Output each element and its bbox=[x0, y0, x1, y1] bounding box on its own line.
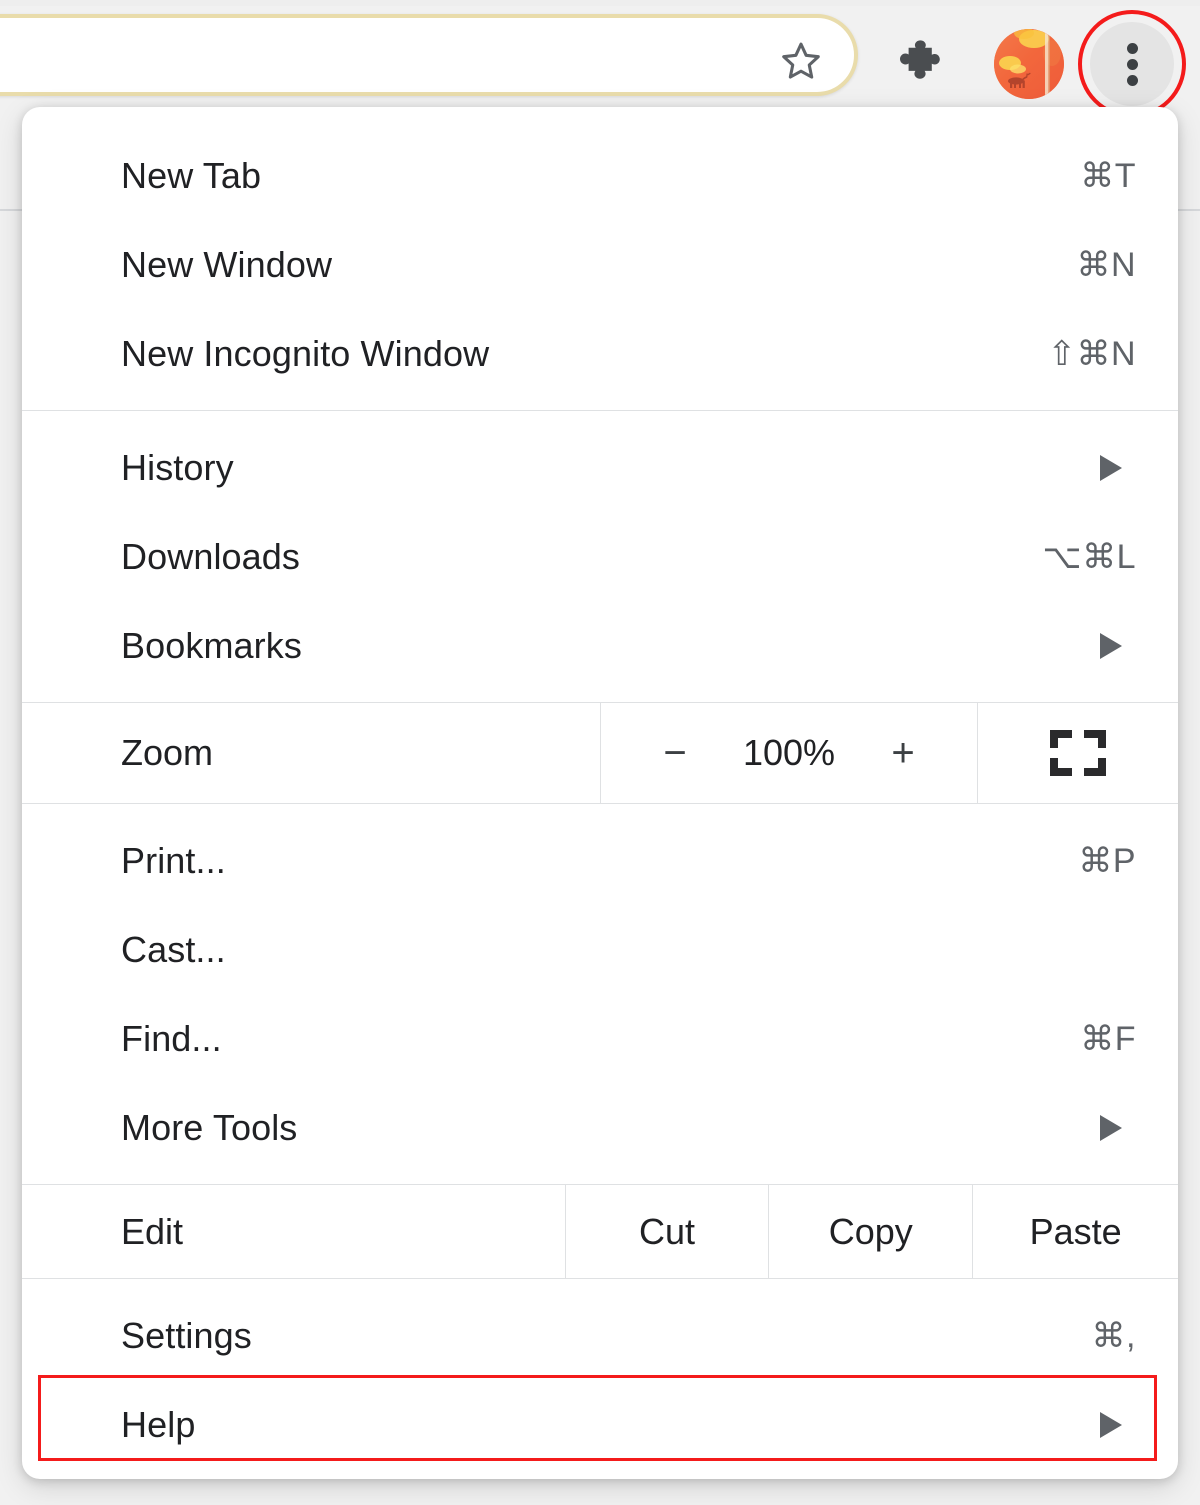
zoom-in-button[interactable]: + bbox=[864, 733, 942, 773]
menu-item-shortcut: ⌘, bbox=[1091, 1316, 1136, 1355]
menu-item-bookmarks[interactable]: Bookmarks bbox=[22, 601, 1178, 690]
menu-item-label: New Window bbox=[121, 243, 333, 285]
menu-item-downloads[interactable]: Downloads ⌥⌘L bbox=[22, 512, 1178, 601]
chrome-menu-button[interactable] bbox=[1090, 22, 1174, 106]
zoom-out-button[interactable]: − bbox=[636, 733, 714, 773]
edit-copy-button[interactable]: Copy bbox=[769, 1185, 972, 1278]
menu-group-tools: Print... ⌘P Cast... Find... ⌘F More Tool… bbox=[22, 804, 1178, 1184]
menu-item-shortcut: ⌘N bbox=[1076, 245, 1136, 284]
fullscreen-icon[interactable] bbox=[1050, 730, 1106, 776]
menu-item-print[interactable]: Print... ⌘P bbox=[22, 816, 1178, 905]
menu-item-settings[interactable]: Settings ⌘, bbox=[22, 1291, 1178, 1380]
zoom-label: Zoom bbox=[121, 732, 214, 773]
menu-item-label: Settings bbox=[121, 1314, 252, 1356]
menu-item-find[interactable]: Find... ⌘F bbox=[22, 994, 1178, 1083]
bookmark-star-icon[interactable] bbox=[778, 38, 824, 84]
menu-item-more-tools[interactable]: More Tools bbox=[22, 1083, 1178, 1172]
fullscreen-cell[interactable] bbox=[978, 703, 1178, 803]
edit-label: Edit bbox=[121, 1210, 184, 1252]
menu-group-browsing: History Downloads ⌥⌘L Bookmarks bbox=[22, 411, 1178, 702]
menu-row-edit: Edit Cut Copy Paste bbox=[22, 1185, 1178, 1278]
chevron-right-icon bbox=[1100, 632, 1122, 659]
menu-item-label: Cast... bbox=[121, 928, 226, 970]
toolbar-top-strip bbox=[0, 0, 1200, 6]
menu-row-zoom: Zoom − 100% + bbox=[22, 703, 1178, 803]
menu-item-label: Help bbox=[121, 1403, 196, 1445]
menu-item-label: Downloads bbox=[121, 535, 301, 577]
chrome-main-menu: New Tab ⌘T New Window ⌘N New Incognito W… bbox=[22, 107, 1178, 1479]
zoom-label-cell: Zoom bbox=[22, 703, 600, 803]
zoom-controls: − 100% + bbox=[601, 703, 977, 803]
menu-item-shortcut: ⌥⌘L bbox=[1042, 537, 1136, 576]
edit-label-cell: Edit bbox=[22, 1185, 565, 1278]
menu-item-cast[interactable]: Cast... bbox=[22, 905, 1178, 994]
extensions-puzzle-icon[interactable] bbox=[898, 38, 954, 88]
edit-paste-button[interactable]: Paste bbox=[973, 1185, 1178, 1278]
menu-item-shortcut: ⌘P bbox=[1078, 841, 1136, 880]
edit-cut-button[interactable]: Cut bbox=[566, 1185, 769, 1278]
menu-item-new-incognito-window[interactable]: New Incognito Window ⇧⌘N bbox=[22, 309, 1178, 398]
menu-item-label: New Tab bbox=[121, 154, 262, 196]
zoom-level-value: 100% bbox=[742, 732, 836, 773]
menu-item-shortcut: ⇧⌘N bbox=[1047, 334, 1136, 373]
menu-item-label: Print... bbox=[121, 839, 226, 881]
profile-avatar[interactable] bbox=[994, 29, 1064, 99]
menu-item-new-window[interactable]: New Window ⌘N bbox=[22, 220, 1178, 309]
three-dot-menu-icon bbox=[1127, 43, 1138, 54]
menu-group-new: New Tab ⌘T New Window ⌘N New Incognito W… bbox=[22, 107, 1178, 410]
menu-item-history[interactable]: History bbox=[22, 423, 1178, 512]
chevron-right-icon bbox=[1100, 1114, 1122, 1141]
menu-group-settings: Settings ⌘, Help bbox=[22, 1279, 1178, 1469]
menu-item-label: Bookmarks bbox=[121, 624, 302, 666]
chevron-right-icon bbox=[1100, 454, 1122, 481]
three-dot-menu-icon-dot-2 bbox=[1127, 59, 1138, 70]
address-bar[interactable] bbox=[0, 14, 858, 96]
three-dot-menu-icon-dot-3 bbox=[1127, 75, 1138, 86]
menu-item-label: New Incognito Window bbox=[121, 332, 490, 374]
menu-item-help[interactable]: Help bbox=[22, 1380, 1178, 1469]
menu-item-label: History bbox=[121, 446, 234, 488]
menu-item-label: More Tools bbox=[121, 1106, 298, 1148]
menu-item-shortcut: ⌘T bbox=[1080, 156, 1136, 195]
menu-item-shortcut: ⌘F bbox=[1080, 1019, 1136, 1058]
menu-item-label: Find... bbox=[121, 1017, 222, 1059]
chevron-right-icon bbox=[1100, 1411, 1122, 1438]
menu-item-new-tab[interactable]: New Tab ⌘T bbox=[22, 131, 1178, 220]
